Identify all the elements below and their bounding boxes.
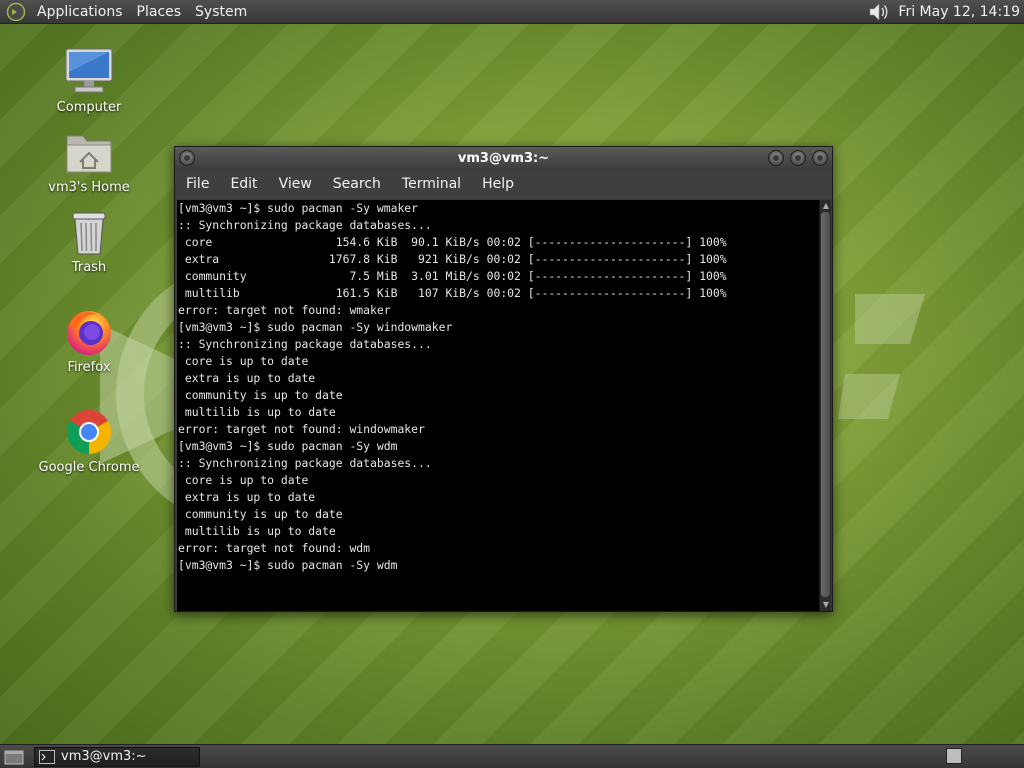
show-desktop-icon[interactable] <box>4 748 24 766</box>
terminal-icon <box>39 749 55 764</box>
mate-logo-icon[interactable] <box>6 2 26 22</box>
terminal-line: :: Synchronizing package databases... <box>178 456 432 470</box>
terminal-line: error: target not found: windowmaker <box>178 422 425 436</box>
home-folder-icon <box>66 135 112 173</box>
terminal-scrollbar[interactable]: ▲ ▼ <box>819 200 831 611</box>
terminal-line: core 154.6 KiB 90.1 KiB/s 00:02 [-------… <box>178 235 727 249</box>
terminal-output[interactable]: [vm3@vm3 ~]$ sudo pacman -Sy wmaker :: S… <box>177 200 819 611</box>
menu-view[interactable]: View <box>268 170 322 199</box>
window-titlebar[interactable]: vm3@vm3:~ <box>175 147 832 170</box>
terminal-line: [vm3@vm3 ~]$ sudo pacman -Sy wdm <box>178 558 398 572</box>
firefox-icon <box>67 311 111 355</box>
desktop-icon-chrome[interactable]: Google Chrome <box>29 406 149 475</box>
terminal-line: [vm3@vm3 ~]$ sudo pacman -Sy wmaker <box>178 201 419 215</box>
window-title: vm3@vm3:~ <box>457 151 550 166</box>
terminal-line: [vm3@vm3 ~]$ sudo pacman -Sy windowmaker <box>178 320 453 334</box>
volume-icon[interactable] <box>868 2 890 22</box>
desktop-icon-trash[interactable]: Trash <box>29 208 149 275</box>
menu-edit[interactable]: Edit <box>219 170 267 199</box>
chrome-icon <box>67 410 111 454</box>
top-panel: Applications Places System Fri May 12, 1… <box>0 0 1024 24</box>
window-menu-button[interactable] <box>179 150 195 166</box>
menu-search[interactable]: Search <box>322 170 391 199</box>
menu-help[interactable]: Help <box>471 170 524 199</box>
terminal-line: core is up to date <box>178 473 309 487</box>
terminal-line: extra 1767.8 KiB 921 KiB/s 00:02 [------… <box>178 252 727 266</box>
scroll-up-icon[interactable]: ▲ <box>821 201 831 211</box>
scroll-thumb[interactable] <box>821 212 830 597</box>
terminal-menubar: File Edit View Search Terminal Help <box>175 170 832 199</box>
terminal-line: [vm3@vm3 ~]$ sudo pacman -Sy wdm <box>178 439 398 453</box>
desktop-icon-computer[interactable]: Computer <box>29 46 149 115</box>
desktop-icon-label: Trash <box>71 260 107 275</box>
workspace-switcher-icon[interactable] <box>946 748 962 764</box>
terminal-line: :: Synchronizing package databases... <box>178 337 432 351</box>
terminal-line: multilib 161.5 KiB 107 KiB/s 00:02 [----… <box>178 286 727 300</box>
desktop-icon-label: vm3's Home <box>48 180 130 195</box>
desktop-icon-label: Google Chrome <box>38 460 140 475</box>
scroll-down-icon[interactable]: ▼ <box>821 600 831 610</box>
terminal-line: error: target not found: wdm <box>178 541 371 555</box>
menu-system[interactable]: System <box>188 0 254 24</box>
terminal-line: community is up to date <box>178 507 343 521</box>
menu-file[interactable]: File <box>175 170 219 199</box>
terminal-line: community is up to date <box>178 388 343 402</box>
menu-terminal[interactable]: Terminal <box>391 170 471 199</box>
terminal-line: core is up to date <box>178 354 309 368</box>
close-button[interactable] <box>812 150 828 166</box>
minimize-button[interactable] <box>768 150 784 166</box>
terminal-line: error: target not found: wmaker <box>178 303 391 317</box>
terminal-line: multilib is up to date <box>178 405 336 419</box>
taskbar-item-label: vm3@vm3:~ <box>61 749 147 764</box>
menu-applications[interactable]: Applications <box>30 0 130 24</box>
clock[interactable]: Fri May 12, 14:19 <box>898 4 1020 20</box>
bottom-panel: vm3@vm3:~ <box>0 744 1024 768</box>
desktop-icon-label: Computer <box>56 100 122 115</box>
terminal-line: extra is up to date <box>178 371 316 385</box>
desktop-icon-label: Firefox <box>67 360 111 375</box>
menu-places[interactable]: Places <box>130 0 189 24</box>
terminal-line: community 7.5 MiB 3.01 MiB/s 00:02 [----… <box>178 269 727 283</box>
computer-icon <box>65 48 113 93</box>
desktop-icon-home[interactable]: vm3's Home <box>29 128 149 195</box>
maximize-button[interactable] <box>790 150 806 166</box>
terminal-line: :: Synchronizing package databases... <box>178 218 432 232</box>
trash-icon <box>72 212 106 255</box>
taskbar-item-terminal[interactable]: vm3@vm3:~ <box>34 746 200 767</box>
terminal-line: extra is up to date <box>178 490 316 504</box>
terminal-window: vm3@vm3:~ File Edit View Search Terminal… <box>174 146 833 612</box>
desktop-icon-firefox[interactable]: Firefox <box>29 306 149 375</box>
terminal-line: multilib is up to date <box>178 524 336 538</box>
